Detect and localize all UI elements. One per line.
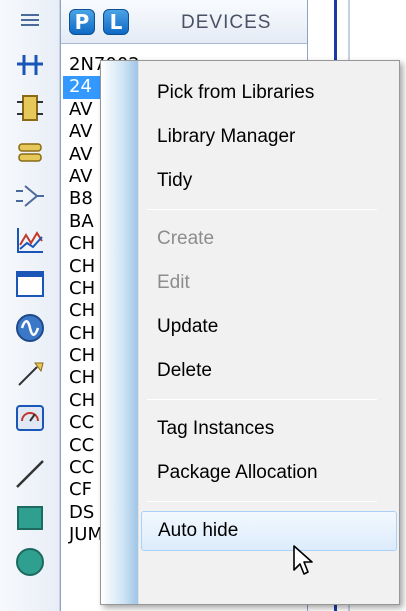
library-manager-button[interactable]: L <box>103 9 129 35</box>
menu-separator <box>147 399 377 400</box>
menu-item-package-allocation[interactable]: Package Allocation <box>141 453 397 493</box>
panel-title: DEVICES <box>181 12 272 33</box>
generator-icon[interactable] <box>8 306 52 350</box>
menu-item-update[interactable]: Update <box>141 307 397 347</box>
menu-item-auto-hide[interactable]: Auto hide <box>141 511 397 551</box>
menu-separator <box>147 501 377 502</box>
label-icon[interactable] <box>8 130 52 174</box>
terminal-icon[interactable] <box>8 174 52 218</box>
menu-item-tag-instances[interactable]: Tag Instances <box>141 409 397 449</box>
menu-item-tidy[interactable]: Tidy <box>141 161 397 201</box>
circle-icon[interactable] <box>8 540 52 584</box>
graph-icon[interactable] <box>8 218 52 262</box>
line-icon[interactable] <box>8 452 52 496</box>
menu-item-delete[interactable]: Delete <box>141 351 397 391</box>
mouse-cursor-icon <box>292 544 316 578</box>
pick-devices-button[interactable]: P <box>69 9 95 35</box>
menu-item-pick-from-libraries[interactable]: Pick from Libraries <box>141 73 397 113</box>
menu-item-edit: Edit <box>157 272 190 293</box>
menu-item-create: Create <box>157 228 215 249</box>
selection-mode-icon[interactable] <box>8 2 52 46</box>
probe-icon[interactable] <box>8 352 52 396</box>
component-mode-icon[interactable] <box>8 86 52 130</box>
junction-icon[interactable] <box>8 42 52 86</box>
menu-icon-gutter <box>101 61 139 604</box>
window-icon[interactable] <box>8 262 52 306</box>
devices-panel-header: P L DEVICES <box>61 0 307 44</box>
menu-separator <box>147 209 377 210</box>
app-window: P L DEVICES 2N700224AVAVAVAVB8BACHCHCHCH… <box>0 0 406 611</box>
box-icon[interactable] <box>8 496 52 540</box>
virtual-instrument-icon[interactable] <box>8 396 52 440</box>
mode-toolbar <box>0 0 60 611</box>
context-menu: Pick from Libraries Library Manager Tidy… <box>100 60 400 605</box>
menu-item-library-manager[interactable]: Library Manager <box>141 117 397 157</box>
